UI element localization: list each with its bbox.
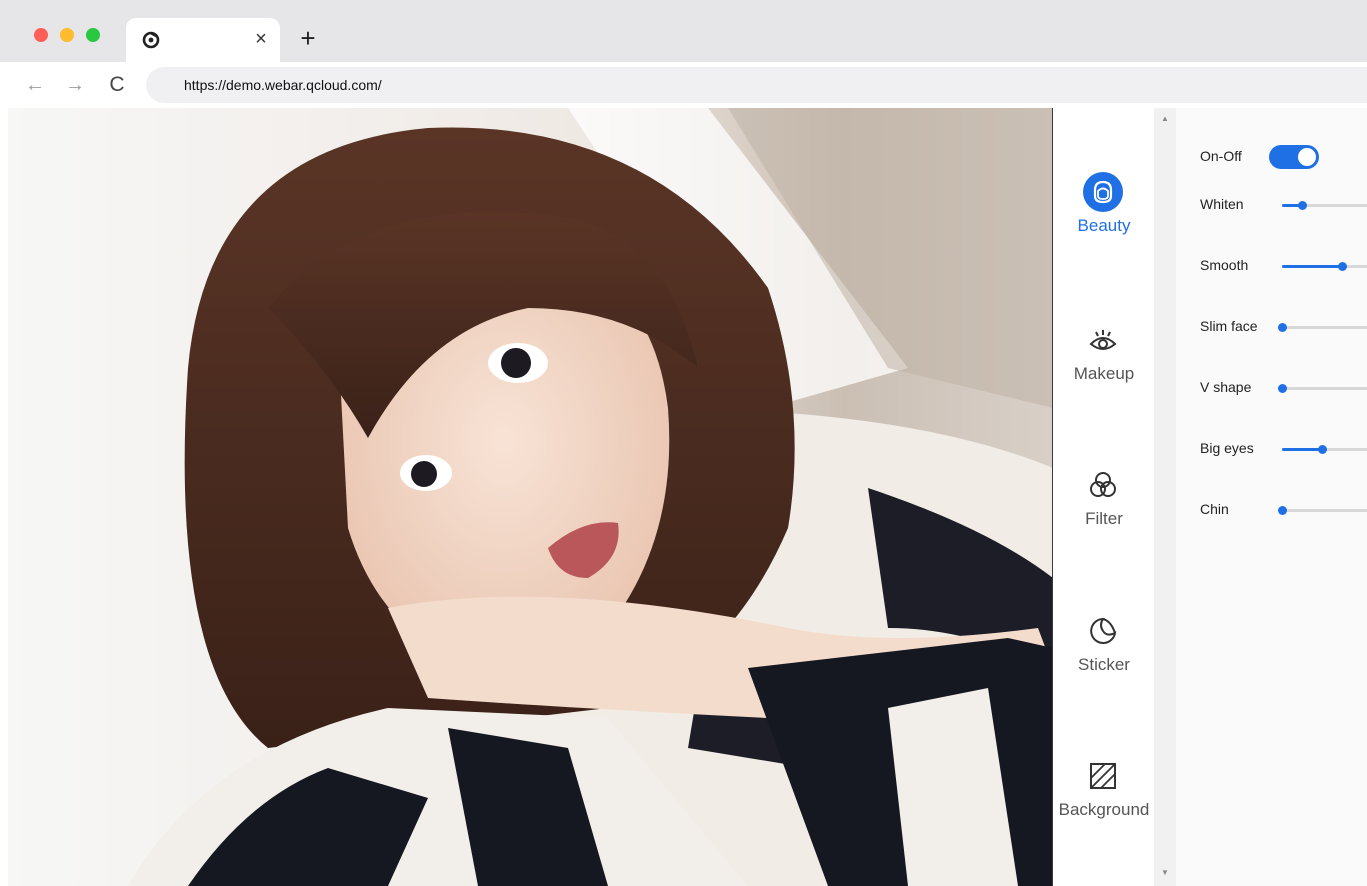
slider-label: Whiten (1200, 196, 1244, 212)
slider-thumb[interactable] (1278, 323, 1287, 332)
sidebar-item-label: Background (1058, 800, 1150, 819)
toggle-label: On-Off (1200, 148, 1242, 164)
slider-track[interactable] (1278, 506, 1367, 515)
slider-track[interactable] (1282, 201, 1367, 210)
face-icon (1083, 172, 1123, 212)
sidebar-item-filter[interactable]: Filter (1054, 465, 1154, 545)
slider-thumb[interactable] (1278, 384, 1287, 393)
tab-bar: × + (0, 0, 1367, 62)
slider-thumb[interactable] (1298, 201, 1308, 210)
sidebar-item-label: Beauty (1077, 216, 1131, 235)
slider-fill (1282, 448, 1322, 451)
camera-preview (8, 108, 1053, 886)
slider-track[interactable] (1282, 445, 1367, 454)
reload-button[interactable]: C (104, 72, 130, 98)
minimize-window-button[interactable] (60, 28, 74, 42)
slider-track[interactable] (1278, 323, 1367, 332)
slider-label: Smooth (1200, 257, 1249, 273)
slider-fill (1282, 265, 1342, 268)
filter-circles-icon (1090, 472, 1116, 497)
sidebar-item-label: Makeup (1073, 364, 1135, 383)
browser-toolbar: ← → C https://demo.webar.qcloud.com/ (0, 62, 1367, 108)
sidebar-item-beauty[interactable]: Beauty (1054, 172, 1154, 252)
on-off-toggle[interactable] (1269, 145, 1319, 169)
sidebar-item-label: Filter (1085, 509, 1123, 528)
webpage: Beauty Makeup Filter Sticker Background … (8, 108, 1367, 886)
slider-label: Chin (1200, 501, 1229, 517)
sticker-icon (1090, 617, 1117, 644)
slider-track[interactable] (1282, 262, 1367, 271)
sidebar-item-label: Sticker (1078, 655, 1130, 674)
close-window-button[interactable] (34, 28, 48, 42)
back-button[interactable]: ← (22, 72, 48, 98)
slider-label: Slim face (1200, 318, 1258, 334)
sidebar-item-background[interactable]: Background (1054, 756, 1154, 836)
sidebar-scrollbar[interactable]: ▲ ▼ (1154, 108, 1176, 886)
slider-thumb[interactable] (1338, 262, 1347, 271)
scroll-up-arrow-icon[interactable]: ▲ (1161, 114, 1169, 123)
panel-divider (1052, 108, 1053, 886)
background-icon (1090, 763, 1116, 789)
scroll-down-arrow-icon[interactable]: ▼ (1161, 868, 1169, 877)
sidebar-item-sticker[interactable]: Sticker (1054, 611, 1154, 691)
zoom-window-button[interactable] (86, 28, 100, 42)
portrait-photo (8, 108, 1053, 886)
forward-button[interactable]: → (62, 72, 88, 98)
effects-sidebar: Beauty Makeup Filter Sticker Background (1054, 108, 1154, 886)
slider-label: V shape (1200, 379, 1252, 395)
tab-close-button[interactable]: × (250, 28, 272, 50)
slider-track[interactable] (1278, 384, 1367, 393)
chrome-icon (142, 31, 160, 49)
slider-label: Big eyes (1200, 440, 1254, 456)
toggle-knob (1298, 148, 1316, 166)
browser-tab[interactable]: × (126, 18, 280, 62)
new-tab-button[interactable]: + (296, 25, 320, 51)
slider-thumb[interactable] (1278, 506, 1287, 515)
slider-thumb[interactable] (1317, 445, 1327, 454)
beauty-settings-panel: On-Off Whiten Smooth Slim face V shape Big e… (1176, 108, 1367, 886)
address-bar[interactable]: https://demo.webar.qcloud.com/ (146, 67, 1367, 103)
sidebar-item-makeup[interactable]: Makeup (1054, 320, 1154, 400)
browser-window: × + ← → C https://demo.webar.qcloud.com/ (0, 0, 1367, 886)
eye-icon (1089, 330, 1117, 350)
url-text: https://demo.webar.qcloud.com/ (184, 77, 382, 93)
